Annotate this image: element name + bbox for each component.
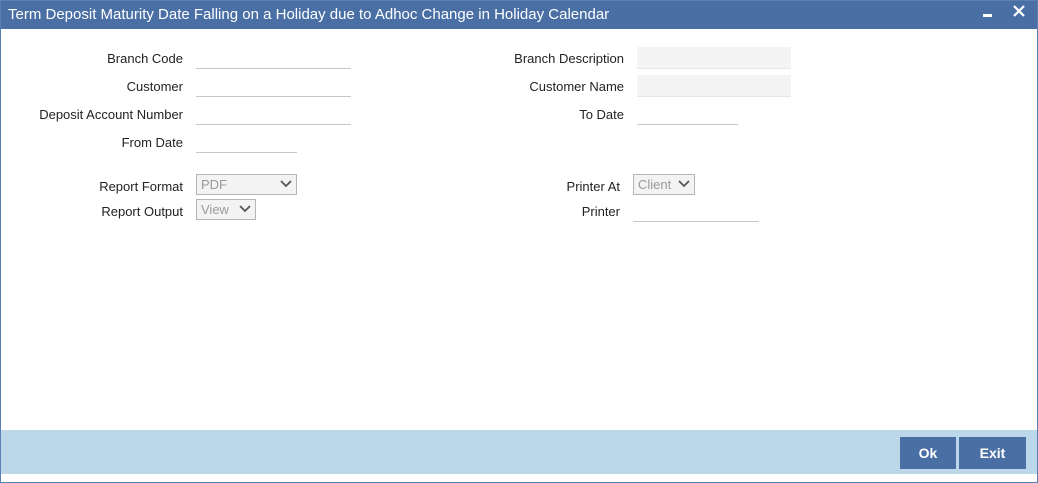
window-title: Term Deposit Maturity Date Falling on a … (8, 6, 610, 23)
close-button[interactable] (1008, 3, 1030, 25)
minimize-icon (983, 14, 992, 17)
chevron-down-icon (239, 205, 251, 213)
deposit-account-number-input[interactable] (196, 103, 351, 125)
report-format-select[interactable]: PDF (196, 174, 297, 195)
branch-description-field (637, 47, 791, 69)
to-date-label: To Date (579, 107, 624, 122)
report-format-value: PDF (201, 177, 227, 192)
customer-name-label: Customer Name (529, 79, 624, 94)
branch-code-input[interactable] (196, 47, 351, 69)
report-window: Term Deposit Maturity Date Falling on a … (0, 0, 1038, 483)
to-date-input[interactable] (637, 103, 738, 125)
printer-input[interactable] (633, 200, 759, 222)
report-format-label: Report Format (99, 179, 183, 194)
minimize-button[interactable] (977, 3, 999, 25)
printer-label: Printer (581, 204, 620, 219)
close-icon (1013, 5, 1025, 17)
branch-description-label: Branch Description (514, 51, 624, 66)
from-date-label: From Date (121, 135, 183, 150)
chevron-down-icon (678, 180, 690, 188)
printer-at-label: Printer At (566, 179, 620, 194)
customer-name-field (637, 75, 791, 97)
report-output-label: Report Output (101, 204, 183, 219)
customer-label: Customer (126, 79, 183, 94)
ok-button[interactable]: Ok (900, 437, 956, 469)
branch-code-label: Branch Code (107, 51, 183, 66)
from-date-input[interactable] (196, 131, 297, 153)
customer-input[interactable] (196, 75, 351, 97)
printer-at-value: Client (638, 177, 672, 192)
chevron-down-icon (280, 180, 292, 188)
deposit-account-number-label: Deposit Account Number (39, 107, 183, 122)
exit-button[interactable]: Exit (959, 437, 1026, 469)
report-output-select[interactable]: View (196, 199, 256, 220)
footer-bar: Ok Exit (1, 430, 1037, 474)
printer-at-select[interactable]: Client (633, 174, 695, 195)
report-output-value: View (201, 202, 229, 217)
title-bar: Term Deposit Maturity Date Falling on a … (1, 1, 1037, 29)
